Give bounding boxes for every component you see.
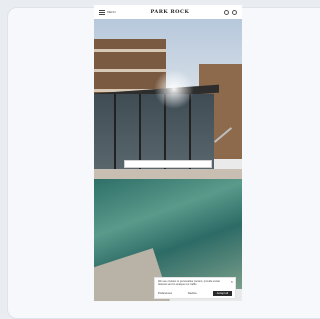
accept-cookies-button[interactable]: Accept all [212,291,232,296]
hamburger-icon [99,9,105,15]
menu-button[interactable]: MENU [99,9,116,15]
cookie-banner: We use cookies to personalise content, p… [154,277,236,299]
close-icon[interactable]: × [231,280,233,284]
menu-label: MENU [107,10,116,14]
cookie-preferences-link[interactable]: Preferences [158,292,172,295]
cookie-decline-link[interactable]: Decline [188,292,197,295]
top-bar: MENU PARK ROCK [94,5,242,19]
brand-logo[interactable]: PARK ROCK [150,9,189,15]
cart-icon[interactable] [231,9,237,15]
mobile-preview: MENU PARK ROCK We use cookies to persona… [94,5,242,301]
search-input[interactable] [124,160,212,168]
cookie-text: We use cookies to personalise content, p… [158,280,220,286]
user-icon[interactable] [223,9,229,15]
